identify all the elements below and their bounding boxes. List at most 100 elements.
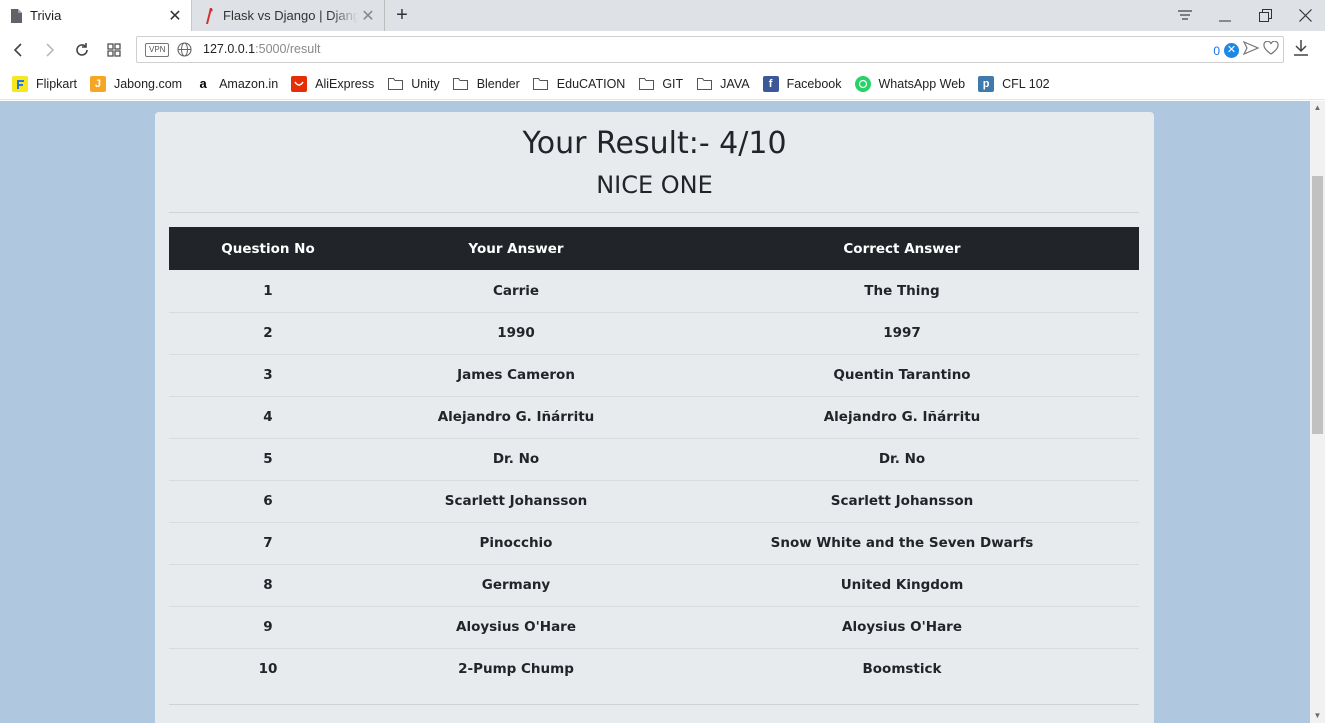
tab-title: Trivia: [30, 8, 62, 23]
correct-answer: United Kingdom: [665, 563, 1139, 606]
correct-answer: Boomstick: [665, 647, 1139, 690]
bookmark-label: Jabong.com: [113, 76, 183, 91]
bookmark-folder-unity[interactable]: Unity: [387, 76, 440, 92]
question-no: 6: [169, 479, 367, 522]
bookmark-facebook[interactable]: f Facebook: [762, 75, 842, 92]
your-answer: Pinocchio: [367, 521, 665, 564]
vpn-badge[interactable]: VPN: [145, 43, 170, 57]
bookmark-folder-git[interactable]: GIT: [638, 76, 683, 92]
bookmark-folder-java[interactable]: JAVA: [696, 76, 750, 92]
close-window-icon[interactable]: [1285, 0, 1325, 31]
header-correct-answer: Correct Answer: [665, 227, 1139, 270]
question-no: 1: [263, 282, 273, 299]
tab-trivia[interactable]: Trivia ✕: [0, 0, 192, 31]
download-icon[interactable]: [1293, 39, 1313, 59]
table-row: 7 Pinocchio Snow White and the Seven Dwa…: [169, 521, 1139, 564]
forward-icon[interactable]: [38, 39, 60, 61]
facebook-icon: f: [762, 75, 779, 92]
bookmark-jabong[interactable]: J Jabong.com: [89, 75, 183, 92]
question-no: 9: [169, 605, 367, 648]
result-title: Your Result:- 4/10: [522, 126, 787, 161]
result-subtitle: NICE ONE: [596, 171, 713, 199]
table-row: 1 Carrie The Thing: [169, 270, 1139, 312]
your-answer: Germany: [367, 563, 665, 606]
bookmark-label: CFL 102: [1002, 76, 1050, 91]
bookmark-flipkart[interactable]: Flipkart: [12, 75, 77, 92]
scroll-down-icon[interactable]: ▼: [1310, 709, 1325, 723]
question-no: 5: [169, 437, 367, 480]
whatsapp-icon: [854, 75, 871, 92]
ad-blocker-icon[interactable]: ✕: [1224, 43, 1239, 58]
folder-icon: [453, 76, 469, 92]
bookmark-amazon[interactable]: a Amazon.in: [195, 75, 278, 92]
your-answer: Scarlett Johansson: [367, 479, 665, 522]
scroll-up-icon[interactable]: ▲: [1310, 101, 1325, 115]
tab-title: Flask vs Django | Django Fl: [223, 8, 358, 23]
results-table: Question No Your Answer Correct Answer 1…: [169, 227, 1139, 690]
correct-answer: Scarlett Johansson: [665, 479, 1139, 522]
your-answer: Carrie: [492, 282, 540, 299]
heart-icon[interactable]: [1263, 40, 1279, 60]
your-answer: Dr. No: [367, 437, 665, 480]
back-icon[interactable]: [8, 39, 30, 61]
bookmark-label: JAVA: [720, 76, 750, 91]
url-path: :5000/result: [255, 42, 321, 56]
question-no: 3: [169, 353, 367, 396]
page-icon: [8, 8, 24, 24]
table-row: 2 1990 1997: [169, 311, 1139, 354]
bookmark-cfl102[interactable]: p CFL 102: [978, 75, 1050, 92]
restore-icon[interactable]: [1245, 0, 1285, 31]
bookmark-label: WhatsApp Web: [878, 76, 966, 91]
your-answer: Aloysius O'Hare: [367, 605, 665, 648]
bookmark-folder-blender[interactable]: Blender: [453, 76, 520, 92]
blocked-count: 0: [1213, 43, 1220, 58]
tab-flask-vs-django[interactable]: Flask vs Django | Django Fl ✕: [193, 0, 385, 31]
send-icon[interactable]: [1242, 40, 1260, 60]
question-no: 8: [169, 563, 367, 606]
bookmark-label: Unity: [411, 76, 440, 91]
question-no: 10: [169, 647, 367, 690]
bookmark-folder-education[interactable]: EduCATION: [533, 76, 626, 92]
tab-menu-icon[interactable]: [1165, 0, 1205, 31]
question-no: 4: [169, 395, 367, 438]
address-bar[interactable]: VPN 127.0.0.1:5000/result 0 ✕: [136, 36, 1284, 63]
globe-icon[interactable]: [177, 42, 192, 57]
bookmark-label: GIT: [662, 76, 684, 91]
speed-dial-icon[interactable]: [103, 39, 125, 61]
correct-answer: Snow White and the Seven Dwarfs: [665, 521, 1139, 564]
bookmark-whatsapp[interactable]: WhatsApp Web: [854, 75, 966, 92]
table-row: 4 Alejandro G. Iñárritu Alejandro G. Iñá…: [169, 395, 1139, 438]
question-no: 2: [169, 311, 367, 354]
url-text[interactable]: 127.0.0.1:5000/result: [203, 42, 320, 56]
piazza-icon: p: [978, 75, 995, 92]
bookmark-aliexpress[interactable]: AliExpress: [291, 75, 374, 92]
your-answer: 1990: [367, 311, 665, 354]
new-tab-button[interactable]: +: [392, 4, 412, 26]
divider: [169, 212, 1139, 213]
folder-icon: [387, 76, 403, 92]
minimize-icon[interactable]: [1205, 0, 1245, 31]
table-row: 5 Dr. No Dr. No: [169, 437, 1139, 480]
close-tab-icon[interactable]: ✕: [358, 6, 378, 26]
page-viewport: Your Result:- 4/10 NICE ONE Question No …: [0, 101, 1310, 723]
bookmarks-bar: Flipkart J Jabong.com a Amazon.in AliExp…: [0, 68, 1325, 100]
bookmark-label: Facebook: [786, 76, 842, 91]
close-tab-icon[interactable]: ✕: [165, 6, 185, 26]
table-row: 10 2-Pump Chump Boomstick: [169, 647, 1139, 690]
folder-icon: [638, 76, 654, 92]
tab-strip: Trivia ✕ Flask vs Django | Django Fl ✕ +: [0, 0, 1325, 31]
reload-icon[interactable]: [71, 39, 93, 61]
header-your-answer: Your Answer: [367, 227, 665, 270]
vertical-scrollbar[interactable]: ▲ ▼: [1310, 101, 1325, 723]
correct-answer: Dr. No: [665, 437, 1139, 480]
header-question-no: Question No: [169, 227, 367, 270]
your-answer: James Cameron: [367, 353, 665, 396]
table-row: 9 Aloysius O'Hare Aloysius O'Hare: [169, 605, 1139, 648]
bookmark-label: EduCATION: [556, 76, 626, 91]
table-row: 3 James Cameron Quentin Tarantino: [169, 353, 1139, 396]
correct-answer: 1997: [665, 311, 1139, 354]
table-row: 6 Scarlett Johansson Scarlett Johansson: [169, 479, 1139, 522]
scrollbar-thumb[interactable]: [1312, 176, 1323, 434]
flipkart-icon: [12, 75, 28, 92]
your-answer: Alejandro G. Iñárritu: [367, 395, 665, 438]
